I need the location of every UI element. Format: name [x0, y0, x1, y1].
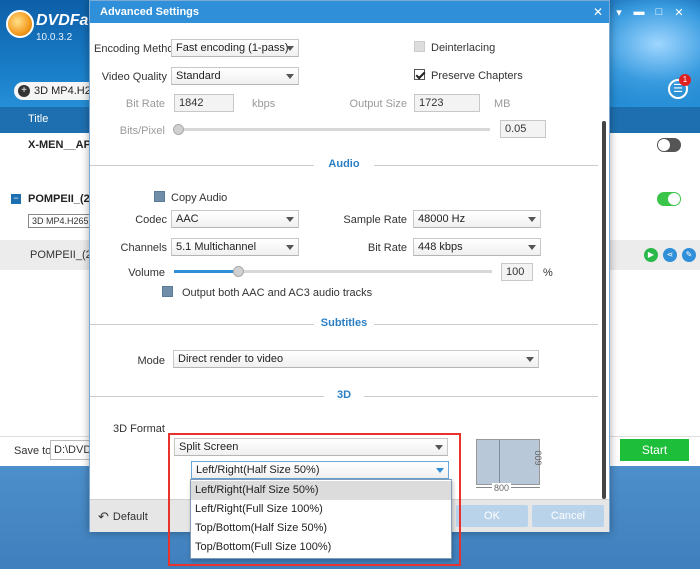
chevron-down-icon [528, 245, 536, 250]
encoding-method-label: Encoding Method [94, 43, 180, 55]
channels-value: 5.1 Multichannel [176, 241, 257, 253]
preview-split-line [499, 440, 500, 484]
encoding-method-dropdown[interactable]: Fast encoding (1-pass) [171, 39, 299, 57]
save-to-label: Save to: [14, 445, 55, 457]
preview-height-label: 600 [533, 450, 544, 466]
default-label: Default [112, 511, 148, 523]
app-version: 10.0.3.2 [36, 32, 73, 43]
output-size-label: Output Size [349, 98, 407, 110]
output-both-checkbox[interactable] [162, 286, 173, 297]
audio-section-title: Audio [328, 158, 360, 170]
subtitle-mode-dropdown[interactable]: Direct render to video [173, 350, 539, 368]
close-app-icon[interactable]: ✕ [672, 6, 686, 19]
sample-rate-label: Sample Rate [343, 214, 407, 226]
subtitles-section-header: Subtitles [90, 317, 598, 331]
title-toggle-pompeii[interactable] [657, 192, 681, 206]
chevron-down-icon [526, 357, 534, 362]
subtitle-mode-label: Mode [137, 355, 165, 367]
three-d-section-header: 3D [90, 389, 598, 403]
output-size-unit: MB [494, 98, 511, 110]
app-logo: DVDFab 10.0.3.2 [6, 8, 98, 44]
volume-label: Volume [128, 267, 165, 279]
profile-chip[interactable]: 3D MP4.H265 [28, 214, 93, 228]
bits-per-pixel-thumb[interactable] [173, 124, 184, 135]
codec-label: Codec [135, 214, 167, 226]
dialog-title: Advanced Settings [100, 6, 200, 18]
dialog-scrollbar[interactable] [602, 121, 606, 499]
sample-rate-dropdown[interactable]: 48000 Hz [413, 210, 541, 228]
logo-disc-icon [6, 10, 34, 38]
three-d-section-title: 3D [336, 389, 352, 401]
video-bit-rate-field[interactable]: 1842 [174, 94, 234, 112]
audio-bit-rate-dropdown[interactable]: 448 kbps [413, 238, 541, 256]
audio-section-header: Audio [90, 158, 598, 172]
codec-value: AAC [176, 213, 199, 225]
highlight-frame [168, 433, 461, 566]
maximize-icon[interactable]: □ [652, 6, 666, 18]
menu-icon[interactable]: ▾ [612, 6, 626, 19]
subtitles-section-title: Subtitles [320, 317, 368, 329]
chevron-down-icon [286, 217, 294, 222]
dialog-title-bar: Advanced Settings ✕ [90, 1, 609, 23]
play-icon[interactable]: ▶ [644, 248, 658, 262]
copy-audio-label: Copy Audio [171, 192, 228, 204]
chevron-down-icon [286, 46, 294, 51]
chevron-down-icon [286, 245, 294, 250]
subtitle-mode-value: Direct render to video [178, 353, 284, 365]
edit-icon[interactable]: ✎ [682, 248, 696, 262]
volume-slider[interactable] [174, 270, 492, 273]
audio-bit-rate-label: Bit Rate [367, 242, 407, 254]
video-bit-rate-label: Bit Rate [125, 98, 165, 110]
audio-bit-rate-value: 448 kbps [418, 241, 463, 253]
default-button[interactable]: ↶ Default [98, 509, 148, 525]
share-icon[interactable]: ⋖ [663, 248, 677, 262]
video-quality-dropdown[interactable]: Standard [171, 67, 299, 85]
bits-per-pixel-label: Bits/Pixel [119, 125, 165, 137]
minimize-icon[interactable]: ▬ [632, 6, 646, 18]
three-d-preview [476, 439, 540, 485]
add-icon: + [18, 85, 30, 97]
copy-audio-checkbox[interactable] [154, 191, 165, 202]
chevron-down-icon [286, 74, 294, 79]
volume-thumb[interactable] [233, 266, 244, 277]
title-column-header: Title [28, 113, 49, 125]
cancel-button[interactable]: Cancel [532, 505, 604, 527]
collapse-checkbox[interactable]: − [11, 194, 21, 204]
chevron-down-icon [528, 217, 536, 222]
title-toggle-xmen[interactable] [657, 138, 681, 152]
reset-icon: ↶ [98, 509, 109, 524]
preserve-chapters-checkbox[interactable] [414, 69, 425, 80]
video-quality-value: Standard [176, 70, 221, 82]
preserve-chapters-label: Preserve Chapters [431, 70, 523, 82]
close-icon[interactable]: ✕ [593, 5, 603, 19]
bits-per-pixel-slider[interactable] [178, 128, 490, 131]
volume-field[interactable]: 100 [501, 263, 533, 281]
volume-unit: % [543, 267, 553, 279]
channels-label: Channels [120, 242, 167, 254]
channels-dropdown[interactable]: 5.1 Multichannel [171, 238, 299, 256]
sample-rate-value: 48000 Hz [418, 213, 466, 225]
start-button[interactable]: Start [620, 439, 689, 461]
video-quality-label: Video Quality [101, 71, 167, 83]
video-bit-rate-unit: kbps [252, 98, 276, 110]
volume-fill [174, 270, 238, 273]
bits-per-pixel-field[interactable]: 0.05 [500, 120, 546, 138]
output-both-label: Output both AAC and AC3 audio tracks [182, 287, 373, 299]
codec-dropdown[interactable]: AAC [171, 210, 299, 228]
deinterlacing-label: Deinterlacing [431, 42, 496, 54]
deinterlacing-checkbox[interactable] [414, 41, 425, 52]
three-d-format-label: 3D Format [113, 423, 165, 435]
output-size-field[interactable]: 1723 [414, 94, 480, 112]
ok-button[interactable]: OK [456, 505, 528, 527]
preview-width-label: 800 [492, 483, 512, 493]
queue-count-badge: 1 [679, 74, 691, 86]
encoding-method-value: Fast encoding (1-pass) [176, 42, 289, 54]
